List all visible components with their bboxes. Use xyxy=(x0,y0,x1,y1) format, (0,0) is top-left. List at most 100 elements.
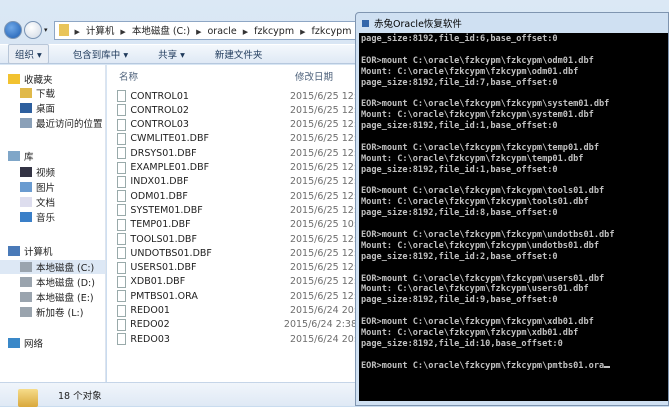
console-line: Mount: C:\oracle\fzkcypm\fzkcypm\users01… xyxy=(361,284,589,295)
console-line: page_size:8192,file_id:1,base_offset:0 xyxy=(361,121,558,132)
file-row[interactable]: CONTROL03 2015/6/25 12: xyxy=(117,118,357,132)
nav-item[interactable]: 音乐 xyxy=(0,210,105,224)
breadcrumb: ▶ 计算机 ▶ 本地磁盘 (C:) ▶ oracle ▶ fzkcypm ▶ fzkcypm xyxy=(75,23,358,37)
file-icon xyxy=(117,118,127,131)
file-icon xyxy=(117,147,127,160)
console-line: page_size:8192,file_id:2,base_offset:0 xyxy=(361,251,558,262)
back-button[interactable] xyxy=(4,21,22,39)
file-list: 名称 修改日期 CONTROL01 2015/6/25 12: CONTROL02 2… xyxy=(107,65,357,382)
file-date: 2015/6/24 20: xyxy=(289,305,357,316)
file-name: CONTROL02 xyxy=(130,104,189,116)
file-date: 2015/6/25 12: xyxy=(289,247,357,259)
history-dropdown-icon[interactable]: ▾ xyxy=(44,26,48,34)
file-icon xyxy=(117,247,127,260)
chevron-right-icon[interactable]: ▶ xyxy=(243,28,248,36)
nav-item-label: 下载 xyxy=(36,89,56,100)
toolbar-button[interactable]: 组织 ▾ xyxy=(8,44,49,64)
nav-item[interactable]: 文档 xyxy=(0,195,105,209)
file-row[interactable]: EXAMPLE01.DBF 2015/6/25 12: xyxy=(117,161,357,175)
chevron-right-icon[interactable]: ▶ xyxy=(196,28,201,36)
documents-icon xyxy=(20,197,32,207)
console-output[interactable]: page_size:8192,file_id:6,base_offset:0 EO… xyxy=(359,33,668,401)
file-date: 2015/6/24 20: xyxy=(289,333,357,345)
nav-item-label: 最近访问的位置 xyxy=(36,119,103,130)
file-name: ODM01.DBF xyxy=(130,190,188,202)
nav-item[interactable]: 本地磁盘 (E:) xyxy=(0,290,105,304)
nav-item[interactable]: 桌面 xyxy=(0,101,105,115)
file-row[interactable]: CONTROL02 2015/6/25 12: xyxy=(117,103,357,117)
breadcrumb-item[interactable]: fzkcypm xyxy=(311,26,351,37)
file-row[interactable]: REDO01 2015/6/24 20: xyxy=(117,304,357,318)
drive-icon xyxy=(20,277,32,287)
file-date: 2015/6/25 12: xyxy=(289,276,357,288)
console-line: EOR>mount C:\oracle\fzkcypm\fzkcypm\temp… xyxy=(361,142,599,153)
file-row[interactable]: TEMP01.DBF 2015/6/25 10: xyxy=(117,218,357,232)
chevron-right-icon[interactable]: ▶ xyxy=(120,28,125,36)
nav-item-label: 文档 xyxy=(36,198,56,209)
file-row[interactable]: ODM01.DBF 2015/6/25 12: xyxy=(117,189,357,203)
file-row[interactable]: TOOLS01.DBF 2015/6/25 12: xyxy=(117,232,357,246)
toolbar-button[interactable]: 共享 ▾ xyxy=(152,45,191,63)
column-header-date[interactable]: 修改日期 xyxy=(295,69,333,83)
file-row[interactable]: XDB01.DBF 2015/6/25 12: xyxy=(117,275,357,289)
text-cursor xyxy=(604,365,611,368)
forward-button[interactable] xyxy=(24,21,42,39)
nav-item[interactable]: 本地磁盘 (C:) xyxy=(0,260,105,274)
nav-item[interactable]: 网络 xyxy=(0,336,105,350)
file-row[interactable]: USERS01.DBF 2015/6/25 12: xyxy=(117,261,357,275)
file-name: INDX01.DBF xyxy=(130,176,189,188)
title-bar[interactable]: 赤兔Oracle恢复软件 xyxy=(356,13,668,33)
toolbar-button[interactable]: 包含到库中 ▾ xyxy=(67,45,134,63)
nav-item[interactable]: 新加卷 (L:) xyxy=(0,305,105,319)
column-header-name[interactable]: 名称 xyxy=(119,69,138,83)
file-date: 2015/6/25 12: xyxy=(289,147,357,159)
file-date: 2015/6/25 12: xyxy=(289,176,357,188)
breadcrumb-item[interactable]: 计算机 xyxy=(86,26,115,37)
file-row[interactable]: DRSYS01.DBF 2015/6/25 12: xyxy=(117,146,357,160)
file-row[interactable]: CONTROL01 2015/6/25 12: xyxy=(117,89,357,103)
console-line: page_size:8192,file_id:9,base_offset:0 xyxy=(361,295,558,306)
nav-item[interactable]: 本地磁盘 (D:) xyxy=(0,275,105,289)
breadcrumb-item[interactable]: oracle xyxy=(207,26,236,37)
file-row[interactable]: CWMLITE01.DBF 2015/6/25 12: xyxy=(117,132,357,146)
file-row[interactable]: INDX01.DBF 2015/6/25 12: xyxy=(117,175,357,189)
video-icon xyxy=(20,167,32,177)
console-input-line[interactable]: EOR>mount C:\oracle\fzkcypm\fzkcypm\pmtb… xyxy=(361,361,666,372)
toolbar-button[interactable]: 新建文件夹 xyxy=(209,45,269,63)
nav-item[interactable]: 库 xyxy=(0,149,105,163)
file-date: 2015/6/25 12: xyxy=(289,90,357,102)
console-line: EOR>mount C:\oracle\fzkcypm\fzkcypm\undo… xyxy=(361,230,615,241)
file-row[interactable]: REDO02 2015/6/24 2:38 xyxy=(117,318,357,332)
nav-item[interactable]: 计算机 xyxy=(0,244,105,258)
nav-item[interactable]: 收藏夹 xyxy=(0,72,105,86)
pictures-icon xyxy=(20,182,32,192)
nav-item[interactable]: 视频 xyxy=(0,165,105,179)
chevron-right-icon[interactable]: ▶ xyxy=(300,28,305,36)
library-icon xyxy=(8,151,20,161)
file-date: 2015/6/25 12: xyxy=(289,133,357,145)
nav-item-label: 音乐 xyxy=(36,213,56,224)
breadcrumb-item[interactable]: fzkcypm xyxy=(254,26,294,37)
nav-item[interactable]: 图片 xyxy=(0,180,105,194)
console-line: page_size:8192,file_id:8,base_offset:0 xyxy=(361,208,558,219)
nav-item[interactable]: 最近访问的位置 xyxy=(0,116,105,130)
recovery-console-window[interactable]: 赤兔Oracle恢复软件 page_size:8192,file_id:6,ba… xyxy=(355,12,669,406)
drive-icon xyxy=(20,292,32,302)
file-row[interactable]: UNDOTBS01.DBF 2015/6/25 12: xyxy=(117,246,357,260)
recent-places-icon xyxy=(20,118,32,128)
file-row[interactable]: PMTBS01.ORA 2015/6/25 12: xyxy=(117,289,357,303)
chevron-right-icon[interactable]: ▶ xyxy=(75,28,80,36)
item-count: 18 个对象 xyxy=(58,391,102,402)
nav-item[interactable]: 下载 xyxy=(0,86,105,100)
file-row[interactable]: SYSTEM01.DBF 2015/6/25 12: xyxy=(117,203,357,217)
navigation-pane: 收藏夹 下载 桌面 最近访问的位置库视频 图片 文档 音乐 计算机 本地磁盘 (C:) 本地磁盘 … xyxy=(0,65,106,382)
file-icon xyxy=(117,104,127,117)
drive-icon xyxy=(20,262,32,272)
file-row[interactable]: REDO03 2015/6/24 20: xyxy=(117,332,357,346)
breadcrumb-item[interactable]: 本地磁盘 (C:) xyxy=(132,26,190,37)
command-input[interactable]: EOR>mount C:\oracle\fzkcypm\fzkcypm\pmtb… xyxy=(361,361,604,371)
console-line: EOR>mount C:\oracle\fzkcypm\fzkcypm\tool… xyxy=(361,186,605,197)
file-date: 2015/6/25 10: xyxy=(289,219,357,231)
nav-item-label: 本地磁盘 (E:) xyxy=(36,293,94,304)
